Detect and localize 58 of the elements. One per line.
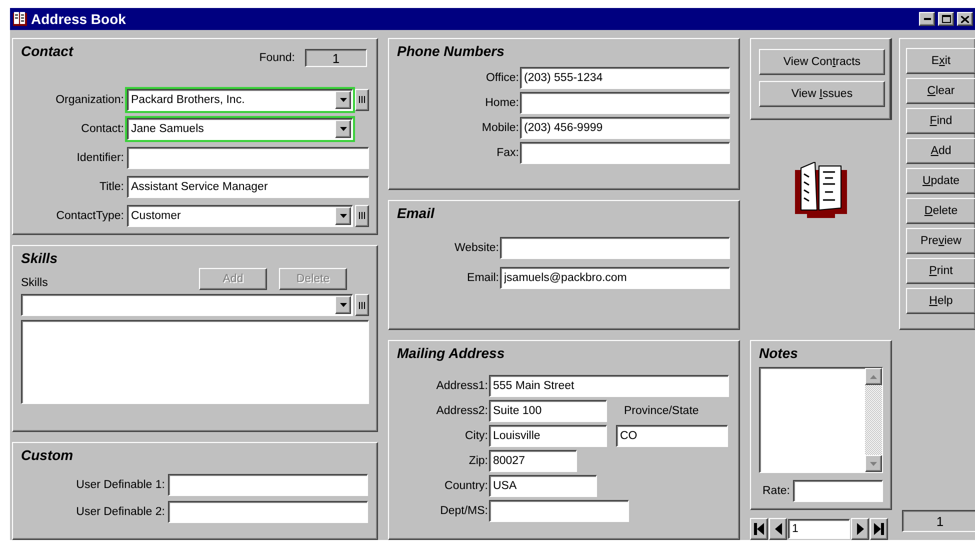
combo-box[interactable]: Customer	[127, 204, 353, 227]
text-field[interactable]: Suite 100	[489, 400, 607, 422]
field-label: Contact:	[80, 122, 124, 135]
action-button[interactable]: Print	[906, 258, 975, 284]
field-label: Home:	[484, 96, 519, 108]
panel-heading: Contact	[21, 43, 74, 59]
combo-box[interactable]: Packard Brothers, Inc.	[127, 88, 353, 111]
field-label: Dept/MS:	[439, 504, 488, 516]
action-button[interactable]: Clear	[906, 78, 975, 104]
found-label: Found:	[259, 52, 295, 64]
skills-label: Skills	[21, 277, 49, 289]
text-field[interactable]: USA	[489, 474, 597, 496]
field-label: City:	[464, 430, 488, 442]
combo-box[interactable]: Jane Samuels	[127, 118, 353, 140]
field-label: Fax:	[496, 146, 519, 158]
view-contracts-button[interactable]: View Contracts	[759, 49, 885, 75]
field-label: Mobile:	[480, 122, 519, 134]
field-label: Country:	[444, 480, 488, 492]
field-label: Email:	[466, 272, 499, 284]
record-number-field[interactable]: 1	[788, 518, 850, 538]
field-label: User Definable 1:	[75, 478, 165, 490]
text-field[interactable]: CO	[616, 424, 728, 446]
field-label: Website:	[453, 242, 499, 254]
field-label: Zip:	[468, 454, 488, 466]
view-issues-button[interactable]: View Issues	[759, 81, 885, 107]
field-label: Address2:	[435, 404, 488, 416]
rate-label: Rate:	[762, 485, 790, 497]
field-label: Organization:	[54, 94, 124, 106]
province-state-label: Province/State	[624, 404, 700, 416]
text-field[interactable]: Louisville	[489, 424, 607, 446]
field-label: Title:	[98, 180, 124, 193]
action-button[interactable]: Delete	[906, 198, 975, 224]
action-button[interactable]: Find	[906, 108, 975, 134]
window-title: Address Book	[31, 11, 127, 27]
text-field[interactable]: Assistant Service Manager	[127, 176, 369, 198]
action-button[interactable]: Add	[906, 138, 975, 164]
panel-heading: Skills	[21, 250, 59, 266]
text-field[interactable]: (203) 456-9999	[520, 116, 730, 138]
text-field[interactable]: 555 Main Street	[489, 374, 729, 396]
action-button[interactable]: Update	[906, 168, 975, 194]
field-label: Office:	[484, 72, 519, 84]
found-count: 1	[305, 49, 367, 67]
field-label: Identifier:	[76, 152, 124, 164]
action-button[interactable]: Help	[906, 288, 975, 314]
panel-heading: Notes	[759, 345, 799, 361]
field-label: User Definable 2:	[75, 506, 165, 518]
panel-heading: Custom	[21, 447, 74, 463]
action-button[interactable]: Exit	[906, 48, 975, 74]
text-field[interactable]: jsamuels@packbro.com	[500, 267, 730, 289]
panel-heading: Mailing Address	[397, 345, 506, 361]
panel-heading: Phone Numbers	[397, 43, 506, 59]
text-field[interactable]: 80027	[489, 450, 577, 472]
panel-heading: Email	[397, 205, 436, 221]
action-button[interactable]: Preview	[906, 228, 975, 254]
record-total: 1	[902, 510, 975, 532]
text-field[interactable]: (203) 555-1234	[520, 66, 730, 88]
field-label: Address1:	[435, 380, 488, 392]
field-label: ContactType:	[55, 210, 124, 222]
